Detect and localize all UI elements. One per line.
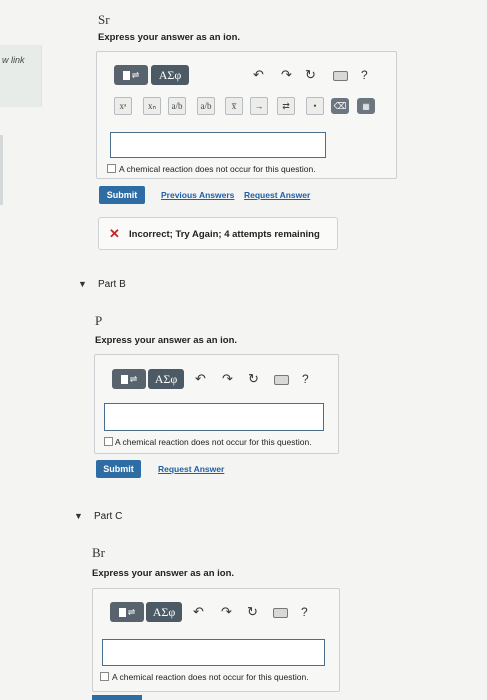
redo-icon[interactable]: ↷ <box>221 605 232 618</box>
undo-icon[interactable]: ↶ <box>195 372 206 385</box>
greek-symbols-button[interactable]: ΑΣφ <box>151 65 189 85</box>
undo-icon[interactable]: ↶ <box>193 605 204 618</box>
side-divider <box>0 135 3 205</box>
previous-answers-link[interactable]: Previous Answers <box>161 190 234 200</box>
redo-icon[interactable]: ↷ <box>222 372 233 385</box>
part-b-prompt: Express your answer as an ion. <box>95 335 238 346</box>
help-icon[interactable]: ? <box>361 68 368 82</box>
arrow-key[interactable]: → <box>250 97 268 115</box>
help-icon[interactable]: ? <box>302 372 309 386</box>
part-a-feedback: ✕ Incorrect; Try Again; 4 attempts remai… <box>98 217 338 250</box>
template-button[interactable]: ⇌ <box>112 369 146 389</box>
template-icon <box>122 70 130 80</box>
part-a-answer-panel: ⇌ ΑΣφ ↶ ↷ ↻ ? xᵃ xₙ a/b a/b x̅ → ⇄ • ⌫ ▦… <box>96 51 397 179</box>
keyboard-icon[interactable] <box>273 608 288 618</box>
template-icon <box>120 374 128 384</box>
reset-icon[interactable]: ↻ <box>248 372 259 385</box>
superscript-key[interactable]: xᵃ <box>114 97 132 115</box>
bar-key[interactable]: x̅ <box>225 97 243 115</box>
part-b-answer-field[interactable] <box>104 403 324 431</box>
keyboard-icon[interactable] <box>333 71 348 81</box>
part-c-no-reaction-checkbox[interactable] <box>100 672 109 681</box>
dot-key[interactable]: • <box>306 97 324 115</box>
part-b-answer-panel: ⇌ ΑΣφ ↶ ↷ ↻ ? A chemical reaction does n… <box>94 354 339 454</box>
template-button[interactable]: ⇌ <box>114 65 148 85</box>
part-a-answer-field[interactable] <box>110 132 326 158</box>
part-c-answer-field[interactable] <box>102 639 325 666</box>
part-b-no-reaction-label: A chemical reaction does not occur for t… <box>115 437 312 447</box>
fraction-box-key[interactable]: a/b <box>197 97 215 115</box>
help-icon[interactable]: ? <box>301 605 308 619</box>
part-a-symbol: Sr <box>98 12 110 27</box>
part-a-no-reaction-checkbox[interactable] <box>107 164 116 173</box>
subscript-key[interactable]: xₙ <box>143 97 161 115</box>
undo-icon[interactable]: ↶ <box>253 68 264 81</box>
part-b-request-answer-link[interactable]: Request Answer <box>158 464 224 474</box>
greek-symbols-button[interactable]: ΑΣφ <box>146 602 182 622</box>
part-a-request-answer-link[interactable]: Request Answer <box>244 190 310 200</box>
part-b-no-reaction-checkbox[interactable] <box>104 437 113 446</box>
greek-symbols-button[interactable]: ΑΣφ <box>148 369 184 389</box>
keypad-icon[interactable]: ▦ <box>357 98 375 114</box>
part-b-collapse-icon[interactable]: ▼ <box>78 279 87 289</box>
part-c-symbol: Br <box>92 545 105 560</box>
equilibrium-key[interactable]: ⇄ <box>277 97 295 115</box>
keyboard-icon[interactable] <box>274 375 289 385</box>
fraction-key[interactable]: a/b <box>168 97 186 115</box>
redo-icon[interactable]: ↷ <box>281 68 292 81</box>
part-a-prompt: Express your answer as an ion. <box>98 32 241 43</box>
reset-icon[interactable]: ↻ <box>247 605 258 618</box>
incorrect-icon: ✕ <box>109 226 120 241</box>
template-button[interactable]: ⇌ <box>110 602 144 622</box>
part-c-prompt: Express your answer as an ion. <box>92 568 235 579</box>
part-c-title[interactable]: Part C <box>94 511 122 522</box>
part-b-submit-button[interactable]: Submit <box>96 460 141 478</box>
side-link[interactable]: w link <box>2 55 25 65</box>
reset-icon[interactable]: ↻ <box>305 68 316 81</box>
part-c-answer-panel: ⇌ ΑΣφ ↶ ↷ ↻ ? A chemical reaction does n… <box>92 588 340 692</box>
delete-icon[interactable]: ⌫ <box>331 98 349 114</box>
part-c-no-reaction-label: A chemical reaction does not occur for t… <box>112 672 309 682</box>
part-a-feedback-text: Incorrect; Try Again; 4 attempts remaini… <box>129 229 320 240</box>
part-c-submit-button[interactable] <box>92 695 142 700</box>
part-a-submit-button[interactable]: Submit <box>99 186 145 204</box>
part-a-no-reaction-label: A chemical reaction does not occur for t… <box>119 164 316 174</box>
part-c-collapse-icon[interactable]: ▼ <box>74 511 83 521</box>
template-icon <box>118 607 126 617</box>
part-b-title[interactable]: Part B <box>98 279 126 290</box>
part-b-symbol: P <box>95 313 103 328</box>
